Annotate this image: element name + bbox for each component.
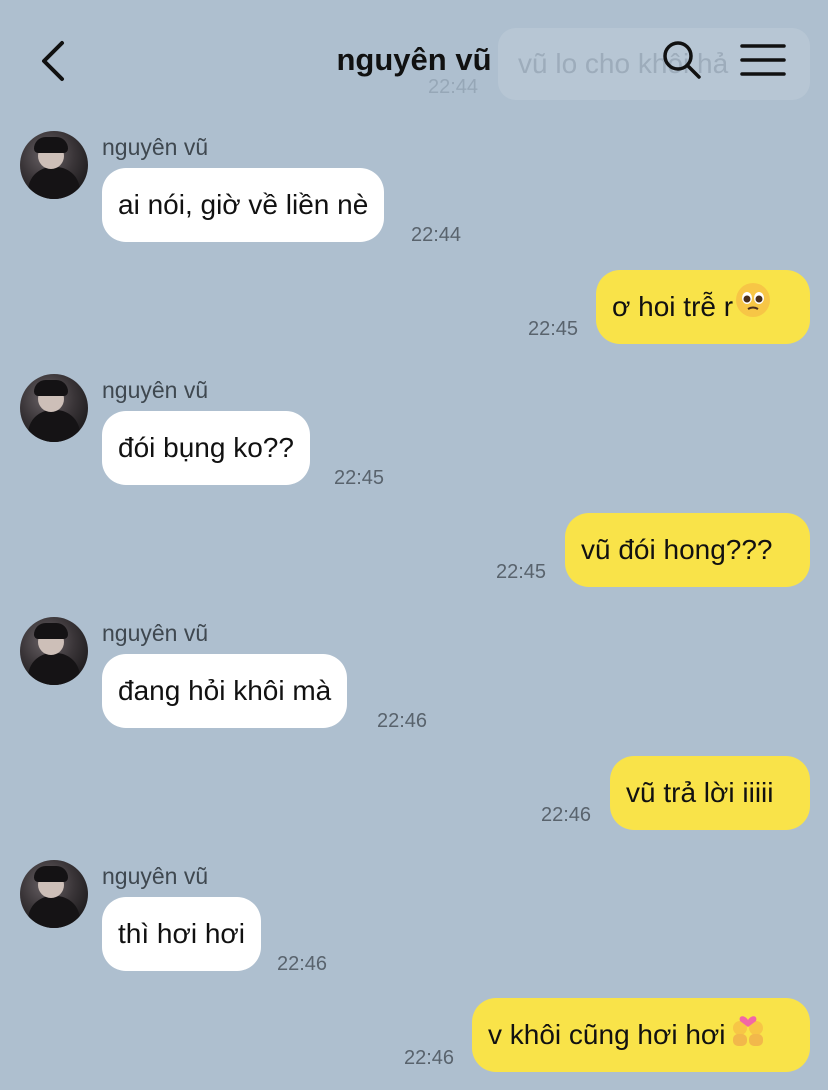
- menu-icon: [740, 44, 786, 76]
- message-time: 22:45: [334, 467, 385, 489]
- avatar[interactable]: [20, 860, 88, 928]
- message-time: 22:45: [528, 318, 579, 340]
- message-time: 22:46: [404, 1047, 455, 1069]
- message-bubble-outgoing[interactable]: ơ hoi trễ r: [596, 270, 810, 344]
- message-bubble-incoming[interactable]: đói bụng ko??: [102, 411, 310, 485]
- sender-name: nguyên vũ: [102, 620, 209, 646]
- message-bubble-outgoing[interactable]: vũ trả lời iiiii: [610, 756, 810, 830]
- couple-with-heart-emoji: [728, 1000, 768, 1074]
- avatar[interactable]: [20, 131, 88, 199]
- message-text: ơ hoi trễ r: [612, 291, 734, 322]
- avatar[interactable]: [20, 617, 88, 685]
- faded-preview-time: 22:44: [428, 76, 479, 98]
- avatar[interactable]: [20, 374, 88, 442]
- message-bubble-outgoing[interactable]: vũ đói hong???: [565, 513, 810, 587]
- message-time: 22:45: [496, 561, 547, 583]
- message-time: 22:46: [277, 953, 328, 975]
- sender-name: nguyên vũ: [102, 863, 209, 889]
- message-bubble-outgoing[interactable]: v khôi cũng hơi hơi: [472, 998, 810, 1072]
- sender-name: nguyên vũ: [102, 377, 209, 403]
- message-text: v khôi cũng hơi hơi: [488, 1019, 726, 1050]
- message-bubble-incoming[interactable]: đang hỏi khôi mà: [102, 654, 348, 728]
- chat-title: nguyên vũ: [336, 42, 492, 77]
- chat-header: vũ lo cho khôi hả 22:44 nguyên vũ: [0, 0, 828, 120]
- message-bubble-incoming[interactable]: thì hơi hơi: [102, 897, 261, 971]
- pleading-face-emoji: [735, 272, 771, 346]
- sender-name: nguyên vũ: [102, 134, 209, 160]
- search-icon: [663, 41, 701, 79]
- message-bubble-incoming[interactable]: ai nói, giờ về liền nè: [102, 168, 385, 242]
- message-time: 22:46: [541, 804, 592, 826]
- message-time: 22:44: [411, 224, 462, 246]
- menu-button[interactable]: [740, 42, 786, 78]
- message-time: 22:46: [377, 710, 428, 732]
- search-button[interactable]: [662, 40, 702, 80]
